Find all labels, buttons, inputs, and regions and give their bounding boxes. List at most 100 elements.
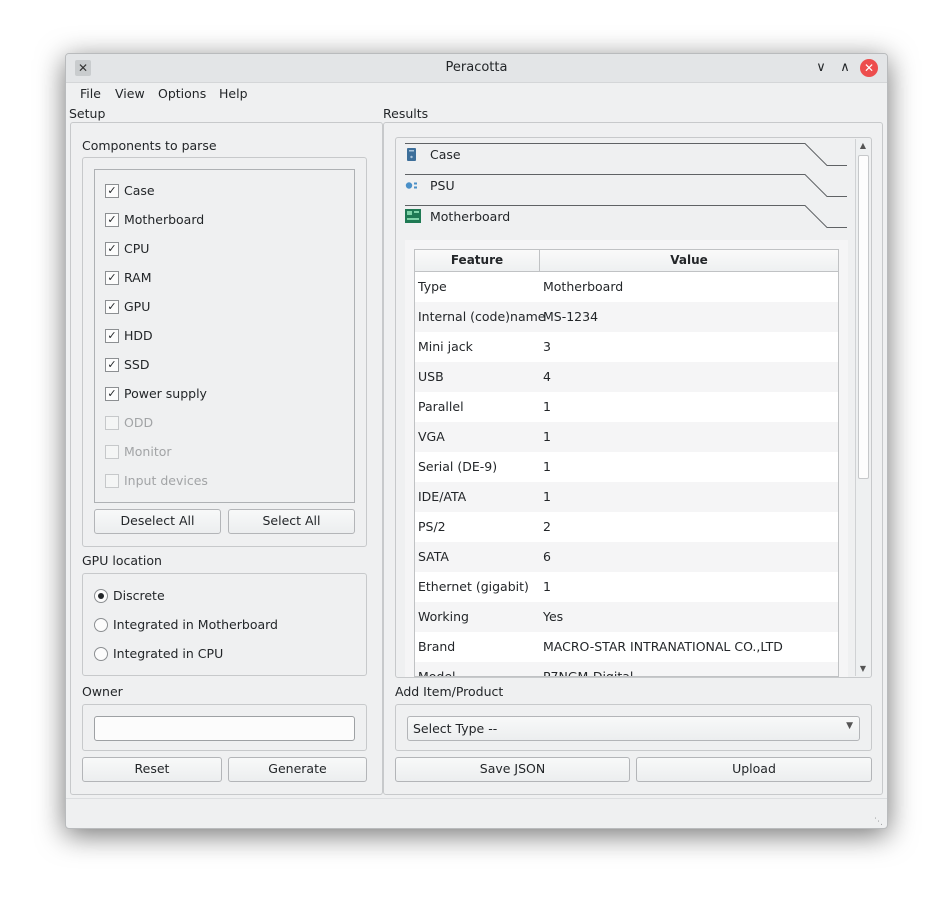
feature-cell[interactable]: Internal (code)name bbox=[418, 302, 546, 332]
scrollbar-thumb[interactable] bbox=[858, 155, 869, 479]
generate-button[interactable]: Generate bbox=[228, 757, 367, 782]
checkbox-monitor-label: Monitor bbox=[124, 444, 172, 459]
table-row[interactable]: Internal (code)name MS-1234 bbox=[415, 302, 838, 332]
radio-integrated-motherboard-label: Integrated in Motherboard bbox=[113, 617, 278, 632]
table-row[interactable]: Serial (DE-9) 1 bbox=[415, 452, 838, 482]
table-row[interactable]: VGA 1 bbox=[415, 422, 838, 452]
radio-integrated-motherboard-circle[interactable] bbox=[94, 618, 108, 632]
checkbox-cpu-label: CPU bbox=[124, 241, 150, 256]
value-cell[interactable]: Yes bbox=[543, 602, 563, 632]
checkbox-hdd-label: HDD bbox=[124, 328, 153, 343]
feature-cell[interactable]: SATA bbox=[418, 542, 449, 572]
value-cell[interactable]: MACRO-STAR INTRANATIONAL CO.,LTD bbox=[543, 632, 783, 662]
feature-cell[interactable]: PS/2 bbox=[418, 512, 446, 542]
feature-cell[interactable]: Model bbox=[418, 662, 456, 676]
feature-cell[interactable]: USB bbox=[418, 362, 444, 392]
table-row[interactable]: PS/2 2 bbox=[415, 512, 838, 542]
resize-grip-icon[interactable]: ⋱ bbox=[874, 817, 883, 827]
scroll-down-icon[interactable]: ▼ bbox=[856, 662, 870, 676]
save-json-button[interactable]: Save JSON bbox=[395, 757, 630, 782]
results-scrollbar[interactable]: ▲ ▼ bbox=[855, 139, 870, 676]
value-cell[interactable]: 4 bbox=[543, 362, 551, 392]
menu-help[interactable]: Help bbox=[219, 86, 248, 101]
radio-integrated-cpu-label: Integrated in CPU bbox=[113, 646, 224, 661]
value-cell[interactable]: 1 bbox=[543, 422, 551, 452]
table-row[interactable]: Brand MACRO-STAR INTRANATIONAL CO.,LTD bbox=[415, 632, 838, 662]
minimize-button[interactable]: ∨ bbox=[812, 59, 830, 77]
deselect-all-button[interactable]: Deselect All bbox=[94, 509, 221, 534]
features-table[interactable]: Feature Value Type Motherboard Internal (c… bbox=[414, 249, 839, 677]
feature-cell[interactable]: VGA bbox=[418, 422, 445, 452]
feature-cell[interactable]: Parallel bbox=[418, 392, 464, 422]
checkbox-power-supply-box[interactable]: ✓ bbox=[105, 387, 119, 401]
checkbox-input-devices-box[interactable] bbox=[105, 474, 119, 488]
checkbox-gpu-label: GPU bbox=[124, 299, 151, 314]
menu-options[interactable]: Options bbox=[158, 86, 206, 101]
feature-cell[interactable]: IDE/ATA bbox=[418, 482, 466, 512]
value-cell[interactable]: Motherboard bbox=[543, 272, 623, 302]
value-cell[interactable]: 1 bbox=[543, 392, 551, 422]
checkbox-ram-box[interactable]: ✓ bbox=[105, 271, 119, 285]
checkbox-cpu-box[interactable]: ✓ bbox=[105, 242, 119, 256]
table-row[interactable]: Model P7NGM-Digital bbox=[415, 662, 838, 676]
checkbox-ssd-box[interactable]: ✓ bbox=[105, 358, 119, 372]
scroll-up-icon[interactable]: ▲ bbox=[856, 139, 870, 153]
value-column-header[interactable]: Value bbox=[540, 250, 838, 272]
owner-input[interactable] bbox=[94, 716, 355, 741]
reset-button[interactable]: Reset bbox=[82, 757, 222, 782]
checkbox-ram-label: RAM bbox=[124, 270, 152, 285]
checkbox-monitor-box[interactable] bbox=[105, 445, 119, 459]
value-cell[interactable]: 1 bbox=[543, 482, 551, 512]
select-type-value: Select Type -- bbox=[413, 721, 498, 736]
checkbox-hdd-box[interactable]: ✓ bbox=[105, 329, 119, 343]
feature-cell[interactable]: Working bbox=[418, 602, 469, 632]
table-row[interactable]: Type Motherboard bbox=[415, 272, 838, 302]
radio-integrated-cpu-circle[interactable] bbox=[94, 647, 108, 661]
toolbox-item-psu[interactable]: PSU bbox=[405, 174, 847, 200]
checkbox-odd-box[interactable] bbox=[105, 416, 119, 430]
feature-cell[interactable]: Type bbox=[418, 272, 447, 302]
setup-group-title: Setup bbox=[69, 106, 106, 121]
feature-cell[interactable]: Mini jack bbox=[418, 332, 473, 362]
value-cell[interactable]: 2 bbox=[543, 512, 551, 542]
toolbox-tab-outline bbox=[405, 143, 847, 166]
value-cell[interactable]: P7NGM-Digital bbox=[543, 662, 633, 676]
gpu-location-title: GPU location bbox=[82, 553, 162, 568]
value-cell[interactable]: 3 bbox=[543, 332, 551, 362]
menu-file[interactable]: File bbox=[80, 86, 101, 101]
feature-cell[interactable]: Serial (DE-9) bbox=[418, 452, 497, 482]
value-cell[interactable]: 1 bbox=[543, 572, 551, 602]
checkbox-motherboard-box[interactable]: ✓ bbox=[105, 213, 119, 227]
toolbox-tab-outline bbox=[405, 205, 847, 228]
owner-title: Owner bbox=[82, 684, 123, 699]
feature-cell[interactable]: Brand bbox=[418, 632, 455, 662]
radio-discrete-circle[interactable] bbox=[94, 589, 108, 603]
table-row[interactable]: SATA 6 bbox=[415, 542, 838, 572]
checkbox-gpu-box[interactable]: ✓ bbox=[105, 300, 119, 314]
table-row[interactable]: Ethernet (gigabit) 1 bbox=[415, 572, 838, 602]
checkbox-ssd-label: SSD bbox=[124, 357, 150, 372]
checkbox-input-devices-label: Input devices bbox=[124, 473, 208, 488]
value-cell[interactable]: MS-1234 bbox=[543, 302, 598, 332]
table-row[interactable]: Mini jack 3 bbox=[415, 332, 838, 362]
value-cell[interactable]: 6 bbox=[543, 542, 551, 572]
value-cell[interactable]: 1 bbox=[543, 452, 551, 482]
toolbox-item-case[interactable]: Case bbox=[405, 143, 847, 169]
components-title: Components to parse bbox=[82, 138, 217, 153]
upload-button[interactable]: Upload bbox=[636, 757, 872, 782]
feature-column-header[interactable]: Feature bbox=[415, 250, 540, 272]
table-row[interactable]: USB 4 bbox=[415, 362, 838, 392]
menu-view[interactable]: View bbox=[115, 86, 145, 101]
components-list: ✓ Case ✓ Motherboard ✓ CPU ✓ RAM ✓ GPU ✓ HDD ✓… bbox=[94, 169, 355, 503]
select-all-button[interactable]: Select All bbox=[228, 509, 355, 534]
table-row[interactable]: Working Yes bbox=[415, 602, 838, 632]
maximize-button[interactable]: ∧ bbox=[836, 59, 854, 77]
window-title: Peracotta bbox=[445, 60, 508, 75]
table-row[interactable]: IDE/ATA 1 bbox=[415, 482, 838, 512]
close-button[interactable]: ✕ bbox=[860, 59, 878, 77]
checkbox-case-box[interactable]: ✓ bbox=[105, 184, 119, 198]
select-type-dropdown[interactable]: Select Type -- ▼ bbox=[407, 716, 860, 741]
feature-cell[interactable]: Ethernet (gigabit) bbox=[418, 572, 529, 602]
table-row[interactable]: Parallel 1 bbox=[415, 392, 838, 422]
toolbox-item-motherboard[interactable]: Motherboard bbox=[405, 205, 847, 231]
